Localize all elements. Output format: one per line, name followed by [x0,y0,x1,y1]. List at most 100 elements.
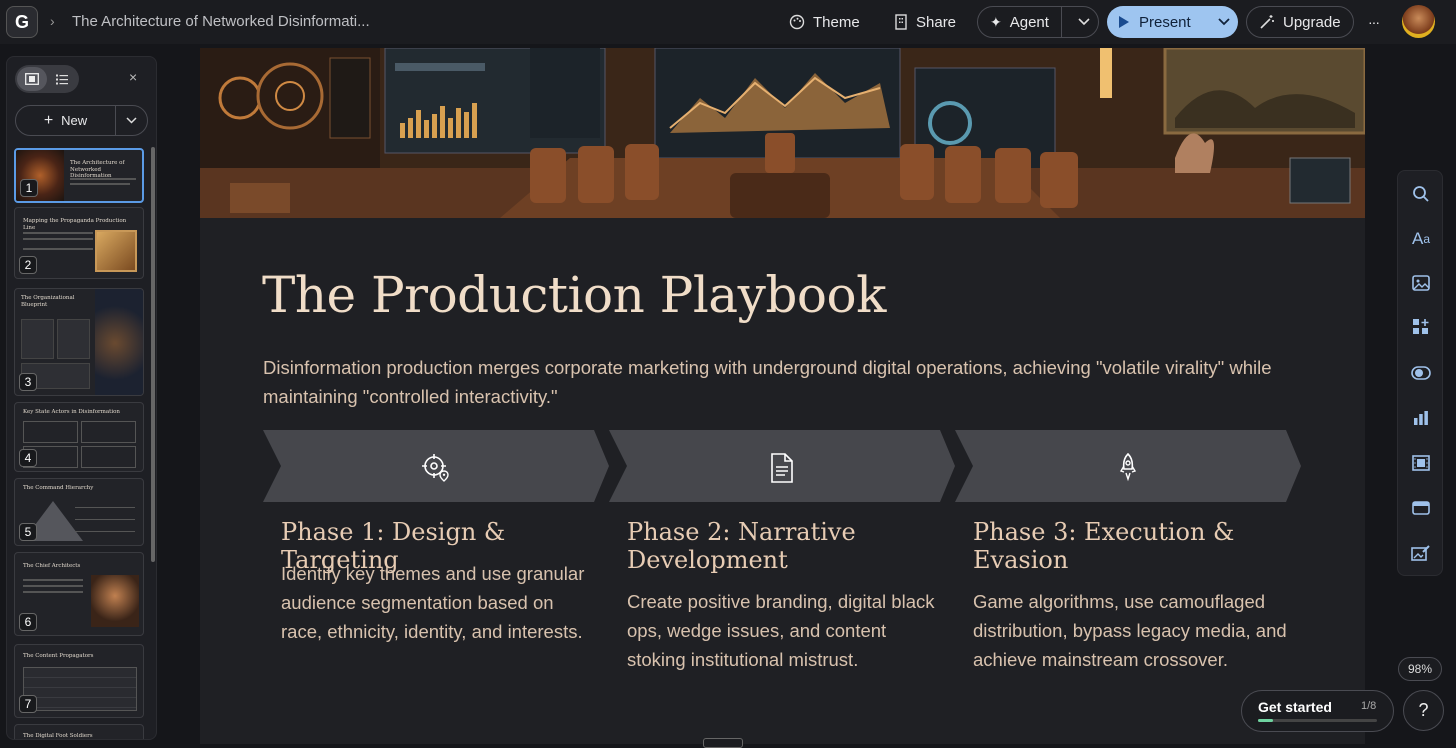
present-button-group: Present [1107,6,1238,38]
slide-number: 3 [19,373,37,391]
upgrade-button[interactable]: Upgrade [1246,6,1354,38]
thumbnail-text [23,238,93,240]
help-button[interactable]: ? [1403,690,1444,731]
plus-icon: + [43,111,54,129]
thumbnail-image [91,575,139,627]
slide-thumbnail-5[interactable]: The Command Hierarchy 5 [14,478,144,546]
more-options-button[interactable]: ··· [1362,6,1385,38]
right-toolbar: Aa [1397,170,1443,576]
magic-wand-icon [1260,15,1274,29]
new-slide-button[interactable]: + New [16,106,116,135]
phase-1-body[interactable]: Identify key themes and use granular aud… [281,559,599,646]
thumbnail-title: The Architecture of Networked Disinforma… [70,160,125,180]
film-strip-icon[interactable] [1411,453,1431,473]
thumbnail-title: The Content Propagators [23,653,94,659]
thumbnail-card [81,446,136,468]
thumbnail-image [95,289,143,395]
thumbnail-title: Key State Actors in Disinformation [23,409,120,415]
slide-thumbnail-4[interactable]: Key State Actors in Disinformation 4 [14,402,144,472]
thumbnail-card [81,421,136,443]
user-avatar[interactable] [1402,5,1435,38]
slide-title[interactable]: The Production Playbook [262,266,886,324]
search-icon[interactable] [1411,184,1431,204]
thumbnail-card [21,319,54,359]
chevron-down-icon [1218,18,1230,26]
phase-3-body[interactable]: Game algorithms, use camouflaged distrib… [973,587,1291,674]
theme-button[interactable]: Theme [777,6,872,38]
sidebar-scrollbar[interactable] [151,147,155,562]
thumbnail-text [75,507,135,508]
get-started-count: 1/8 [1361,700,1377,712]
thumbnail-card [57,319,90,359]
phase-2-body[interactable]: Create positive branding, digital black … [627,587,945,674]
zoom-level[interactable]: 98% [1398,657,1442,681]
agent-button-group: ✦ Agent [977,6,1099,38]
palette-icon [789,14,805,30]
slide-thumbnail-2[interactable]: Mapping the Propaganda Production Line 2 [14,207,144,279]
slide-thumbnail-7[interactable]: The Content Propagators 7 [14,644,144,718]
slide-canvas: The Production Playbook Disinformation p… [200,48,1365,744]
thumbnail-text [75,531,135,532]
sparkle-icon: ✦ [990,13,1002,30]
film-icon [25,73,39,85]
thumbnail-text [23,232,93,234]
slide-thumbnail-1[interactable]: The Architecture of Networked Disinforma… [14,148,144,203]
app-logo[interactable]: G [6,6,38,38]
view-toggle [15,65,79,93]
thumbnail-image [95,230,137,272]
present-dropdown[interactable] [1211,18,1238,26]
close-sidebar-icon[interactable]: × [129,69,137,85]
get-started-label: Get started [1258,699,1332,715]
slide-thumbnail-6[interactable]: The Chief Architects 6 [14,552,144,636]
thumbnail-title: The Command Hierarchy [23,485,94,491]
share-button[interactable]: Share [882,6,968,38]
phase-3-title[interactable]: Phase 3: Execution & Evasion [973,518,1293,574]
slide-number: 1 [20,179,38,197]
image-icon[interactable] [1411,273,1431,293]
add-block-icon[interactable] [1411,317,1431,337]
slide-number: 2 [19,256,37,274]
thumbnail-view-button[interactable] [17,67,47,91]
new-slide-dropdown[interactable] [116,117,147,124]
agent-dropdown[interactable] [1070,18,1098,26]
thumbnail-text [70,178,136,180]
present-button[interactable]: Present [1107,6,1203,38]
new-slide-button-group: + New [15,105,148,136]
thumbnail-text [23,591,83,593]
get-started-button[interactable]: Get started 1/8 [1241,690,1394,732]
text-style-icon[interactable]: Aa [1409,229,1433,249]
play-icon [1119,16,1129,28]
thumbnail-text [23,585,83,587]
chart-icon[interactable] [1411,408,1431,428]
list-icon [56,74,68,84]
slide-lead-text[interactable]: Disinformation production merges corpora… [263,353,1323,411]
chevron-down-icon [126,117,137,124]
thumbnail-table [23,667,137,711]
phase-2-title[interactable]: Phase 2: Narrative Development [627,518,947,574]
agent-button[interactable]: ✦ Agent [978,7,1062,37]
edit-image-icon[interactable] [1411,543,1431,563]
thumbnail-card [23,421,78,443]
thumbnail-text [75,519,135,520]
slide-number: 5 [19,523,37,541]
slide-thumbnail-8[interactable]: The Digital Foot Soldiers [14,724,144,739]
slide-thumbnail-3[interactable]: The Organizational Blueprint 3 [14,288,144,396]
card-layout-icon[interactable] [1411,498,1431,518]
more-icon: ··· [1368,14,1380,30]
boardroom-illustration [200,48,1365,218]
breadcrumb-chevron-icon: › [50,13,55,29]
slide-number: 6 [19,613,37,631]
theme-label: Theme [813,13,860,31]
list-view-button[interactable] [47,67,77,91]
slide-number: 7 [19,695,37,713]
hero-image [200,48,1365,218]
agent-label: Agent [1009,13,1049,31]
document-title[interactable]: The Architecture of Networked Disinforma… [72,13,370,30]
toggle-icon[interactable] [1411,363,1431,383]
get-started-progress-fill [1258,719,1273,722]
top-bar: G › The Architecture of Networked Disinf… [0,0,1456,44]
thumbnail-text [70,183,130,185]
slide-handle[interactable] [703,738,743,748]
thumbnail-title: The Organizational Blueprint [21,295,75,308]
target-icon [421,453,451,483]
